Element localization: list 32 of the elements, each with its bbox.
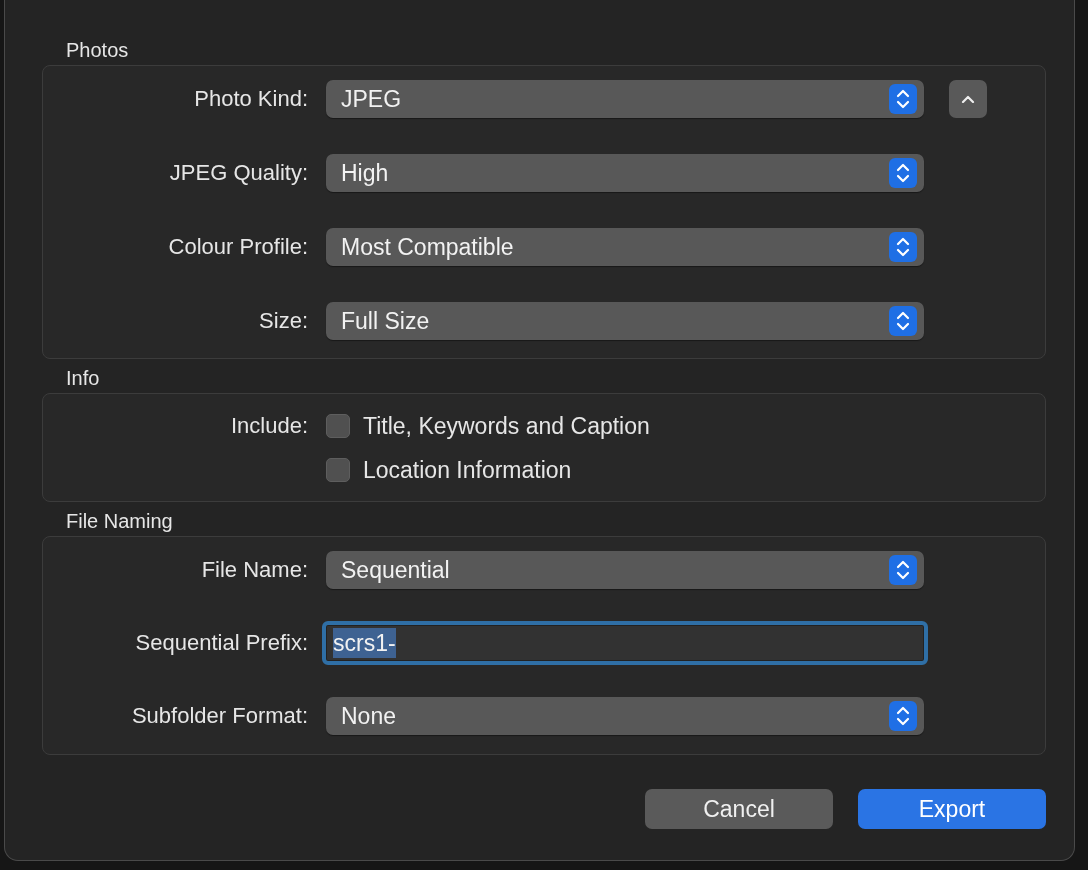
stepper-icon [889, 306, 917, 336]
field-label: JPEG Quality: [168, 160, 309, 186]
stepper-icon [889, 555, 917, 585]
text-field[interactable]: scrs1- [322, 621, 928, 665]
stepper-icon [889, 701, 917, 731]
section-title: Info [65, 366, 100, 390]
field-label: Subfolder Format: [130, 703, 309, 729]
export-button[interactable]: Export [858, 789, 1046, 829]
cancel-button[interactable]: Cancel [645, 789, 833, 829]
section-title: File Naming [65, 509, 173, 533]
popup-button[interactable]: JPEG [326, 80, 924, 118]
checkbox-label: Title, Keywords and Caption [363, 412, 650, 440]
field-label: Size: [258, 308, 309, 334]
field-label: Sequential Prefix: [134, 630, 309, 656]
popup-button[interactable]: None [326, 697, 924, 735]
stepper-icon [889, 158, 917, 188]
popup-button[interactable]: Most Compatible [326, 228, 924, 266]
section-title: Photos [65, 38, 129, 62]
field-label: Colour Profile: [167, 234, 309, 260]
field-label: Photo Kind: [193, 86, 309, 112]
checkbox-label: Location Information [363, 456, 572, 484]
popup-button[interactable]: Sequential [326, 551, 924, 589]
field-label: File Name: [200, 557, 309, 583]
checkbox[interactable] [326, 458, 350, 482]
checkbox[interactable] [326, 414, 350, 438]
stepper-icon [889, 84, 917, 114]
field-label: Include: [229, 412, 309, 440]
popup-button[interactable]: Full Size [326, 302, 924, 340]
popup-button[interactable]: High [326, 154, 924, 192]
caret-up-icon [961, 95, 975, 103]
collapse-button[interactable] [949, 80, 987, 118]
stepper-icon [889, 232, 917, 262]
